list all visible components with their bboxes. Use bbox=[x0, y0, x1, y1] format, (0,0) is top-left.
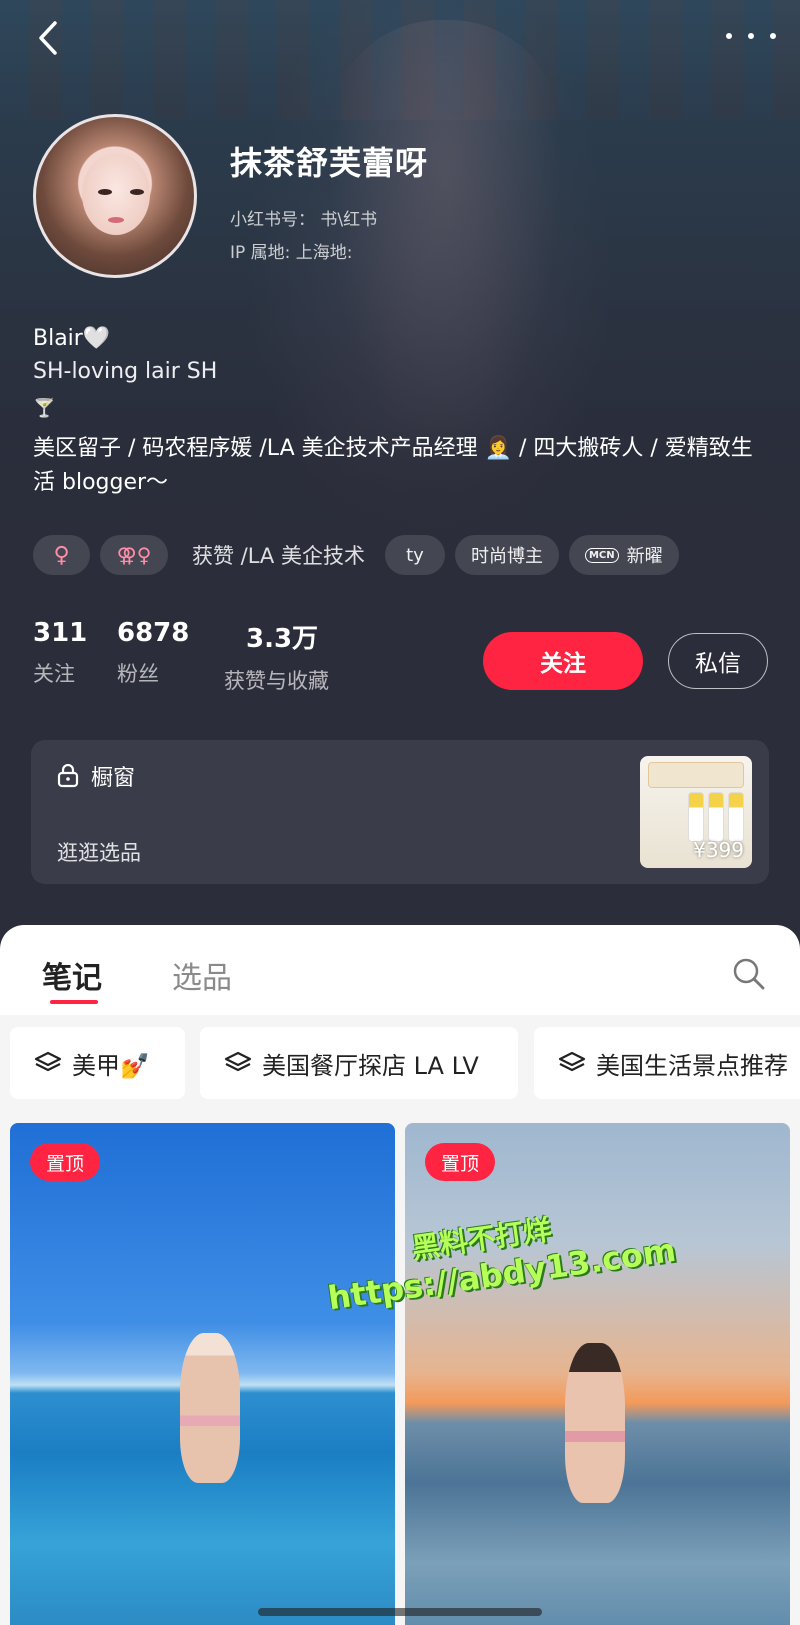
tag-mcn[interactable]: MCN 新曜 bbox=[568, 535, 679, 575]
mcn-icon: MCN bbox=[584, 547, 619, 563]
home-indicator[interactable] bbox=[258, 1608, 542, 1616]
tab-active-indicator bbox=[50, 1000, 98, 1004]
note-card[interactable]: 置顶 bbox=[405, 1123, 790, 1625]
message-button[interactable]: 私信 bbox=[668, 633, 768, 689]
shop-window-card[interactable]: 橱窗 逛逛选品 ¥399 bbox=[31, 740, 769, 884]
pinned-badge: 置顶 bbox=[425, 1143, 495, 1181]
note-cover-image bbox=[565, 1343, 625, 1503]
notes-grid: 置顶 置顶 bbox=[0, 1113, 800, 1625]
likes-label: 获赞与收藏 bbox=[224, 669, 329, 693]
profile-nickname: 抹茶舒芙蕾呀 bbox=[230, 144, 429, 182]
collection-label: 美国生活景点推荐 bbox=[596, 1051, 788, 1080]
stat-likes[interactable]: 3.3万 获赞与收藏 bbox=[224, 618, 329, 695]
tab-picks[interactable]: 选品 bbox=[172, 953, 232, 997]
gender-tag: ♀ bbox=[33, 535, 90, 575]
layers-icon bbox=[34, 1051, 62, 1072]
shop-subtitle: 逛逛选品 bbox=[57, 841, 141, 865]
tag-text-fragment: 获赞 /LA 美企技术 bbox=[192, 544, 365, 568]
fans-label: 粉丝 bbox=[117, 662, 159, 686]
content-tabs: 笔记 选品 bbox=[0, 925, 800, 1015]
avatar[interactable] bbox=[33, 114, 197, 278]
tag-short: ty bbox=[384, 535, 445, 575]
back-button[interactable] bbox=[30, 16, 66, 60]
follow-button[interactable]: 关注 bbox=[483, 632, 643, 690]
more-dot-icon bbox=[726, 33, 732, 39]
mcn-label: 新曜 bbox=[626, 546, 663, 567]
likes-count: 3.3万 bbox=[246, 624, 319, 654]
layers-icon bbox=[224, 1051, 252, 1072]
shop-product-thumbnail[interactable]: ¥399 bbox=[640, 756, 752, 868]
tab-notes[interactable]: 笔记 bbox=[42, 953, 102, 997]
shop-title-label: 橱窗 bbox=[91, 766, 136, 791]
note-card[interactable]: 置顶 bbox=[10, 1123, 395, 1625]
collection-label: 美国餐厅探店 LA LV bbox=[262, 1051, 479, 1080]
shop-title: 橱窗 bbox=[57, 760, 135, 792]
layers-icon bbox=[558, 1051, 586, 1072]
ip-location: IP 属地: 上海地: bbox=[230, 243, 353, 263]
bio-icon: 🍸 bbox=[33, 398, 56, 419]
stat-fans[interactable]: 6878 粉丝 bbox=[117, 618, 189, 688]
bio-name: Blair🤍 bbox=[33, 326, 111, 351]
collection-chip[interactable]: 美甲💅 bbox=[10, 1027, 185, 1099]
profile-tags: ♀ ⚢♀ 获赞 /LA 美企技术 ty 时尚博主 MCN 新曜 bbox=[33, 534, 773, 576]
gender-pair-tag: ⚢♀ bbox=[100, 535, 168, 575]
more-options-button[interactable] bbox=[726, 24, 776, 48]
collection-chip[interactable]: 美国生活景点推荐 bbox=[534, 1027, 800, 1099]
bio-subtitle: SH-loving lair SH bbox=[33, 359, 218, 384]
shopping-bag-icon bbox=[57, 764, 79, 788]
pinned-badge: 置顶 bbox=[30, 1143, 100, 1181]
bio-description: 美区留子 / 码农程序媛 /LA 美企技术产品经理 👩‍💼 / 四大搬砖人 / … bbox=[33, 436, 753, 495]
note-cover-image bbox=[180, 1333, 240, 1483]
collection-chip[interactable]: 美国餐厅探店 LA LV bbox=[200, 1027, 518, 1099]
more-dot-icon bbox=[770, 33, 776, 39]
search-icon[interactable] bbox=[732, 957, 766, 991]
chevron-left-icon bbox=[39, 21, 57, 55]
shop-product-price: ¥399 bbox=[693, 838, 744, 862]
following-label: 关注 bbox=[33, 662, 75, 686]
tag-fashion-blogger: 时尚博主 bbox=[454, 535, 559, 575]
more-dot-icon bbox=[748, 33, 754, 39]
collection-label: 美甲💅 bbox=[72, 1051, 150, 1080]
stat-following[interactable]: 311 关注 bbox=[33, 618, 87, 688]
collections-bar: 美甲💅 美国餐厅探店 LA LV 美国生活景点推荐 bbox=[0, 1015, 800, 1113]
red-id[interactable]: 小红书号： 书\红书 bbox=[230, 205, 377, 230]
following-count: 311 bbox=[33, 618, 88, 648]
fans-count: 6878 bbox=[117, 618, 190, 648]
